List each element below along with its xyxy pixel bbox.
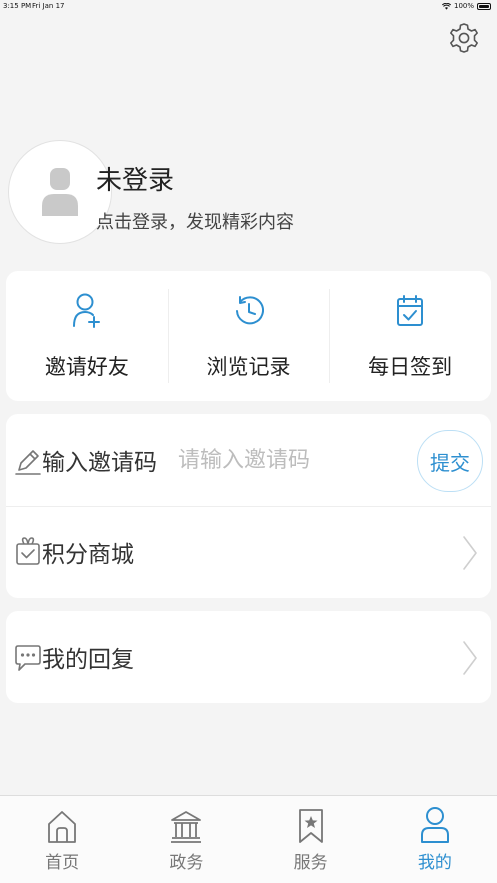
tab-home[interactable]: 首页 — [0, 796, 124, 883]
add-user-icon — [72, 293, 100, 328]
bottom-tab-bar: 首页 政务 服务 我的 — [0, 795, 497, 883]
tab-mine-label: 我的 — [417, 853, 452, 873]
pencil-icon — [15, 450, 41, 475]
bookmark-star-icon — [298, 809, 323, 843]
chevron-right-icon — [463, 641, 477, 675]
points-mall-label: 积分商城 — [42, 542, 134, 568]
points-mall-row[interactable]: 积分商城 — [6, 506, 491, 598]
tab-mine[interactable]: 我的 — [373, 796, 497, 883]
history-clock-icon — [235, 296, 264, 325]
home-icon — [48, 811, 77, 843]
gear-icon — [450, 23, 478, 53]
daily-checkin-label: 每日签到 — [368, 355, 453, 379]
invite-code-input[interactable] — [178, 442, 408, 478]
tab-home-label: 首页 — [45, 853, 80, 873]
my-replies-card: 我的回复 — [6, 611, 491, 703]
browse-history-button[interactable]: 浏览记录 — [167, 271, 330, 401]
invite-mall-card: 输入邀请码 提交 积分商城 — [6, 414, 491, 598]
government-building-icon — [171, 811, 202, 843]
invite-friends-button[interactable]: 邀请好友 — [6, 271, 168, 401]
browse-history-label: 浏览记录 — [206, 355, 291, 379]
invite-code-label: 输入邀请码 — [42, 450, 157, 476]
invite-code-row: 输入邀请码 提交 — [6, 414, 491, 506]
quick-actions-card: 邀请好友 浏览记录 每日签到 — [6, 271, 491, 401]
daily-checkin-button[interactable]: 每日签到 — [329, 271, 491, 401]
login-hint[interactable]: 点击登录，发现精彩内容 — [96, 208, 294, 234]
my-replies-row[interactable]: 我的回复 — [6, 611, 491, 703]
status-date: Fri Jan 17 — [32, 2, 65, 10]
calendar-check-icon — [397, 295, 424, 326]
wifi-icon — [441, 2, 451, 10]
chat-bubble-icon — [15, 645, 41, 671]
status-right: 100% — [441, 2, 491, 10]
tab-government[interactable]: 政务 — [124, 796, 248, 883]
battery-percent: 100% — [453, 2, 474, 10]
profile-header[interactable]: 未登录 点击登录，发现精彩内容 — [6, 140, 491, 246]
settings-button[interactable] — [447, 20, 481, 56]
gift-icon — [16, 537, 40, 565]
status-time: 3:15 PM — [3, 2, 32, 10]
my-replies-label: 我的回复 — [42, 647, 134, 673]
tab-government-label: 政务 — [169, 853, 204, 873]
invite-friends-label: 邀请好友 — [44, 355, 129, 379]
tab-services[interactable]: 服务 — [249, 796, 373, 883]
login-status[interactable]: 未登录 — [96, 160, 174, 197]
status-bar: 3:15 PM Fri Jan 17 100% — [0, 0, 497, 14]
user-avatar-icon — [42, 168, 78, 216]
chevron-right-icon — [463, 536, 477, 570]
submit-button[interactable]: 提交 — [417, 430, 483, 492]
person-icon — [420, 807, 449, 843]
tab-services-label: 服务 — [293, 853, 328, 873]
battery-icon — [477, 2, 491, 10]
